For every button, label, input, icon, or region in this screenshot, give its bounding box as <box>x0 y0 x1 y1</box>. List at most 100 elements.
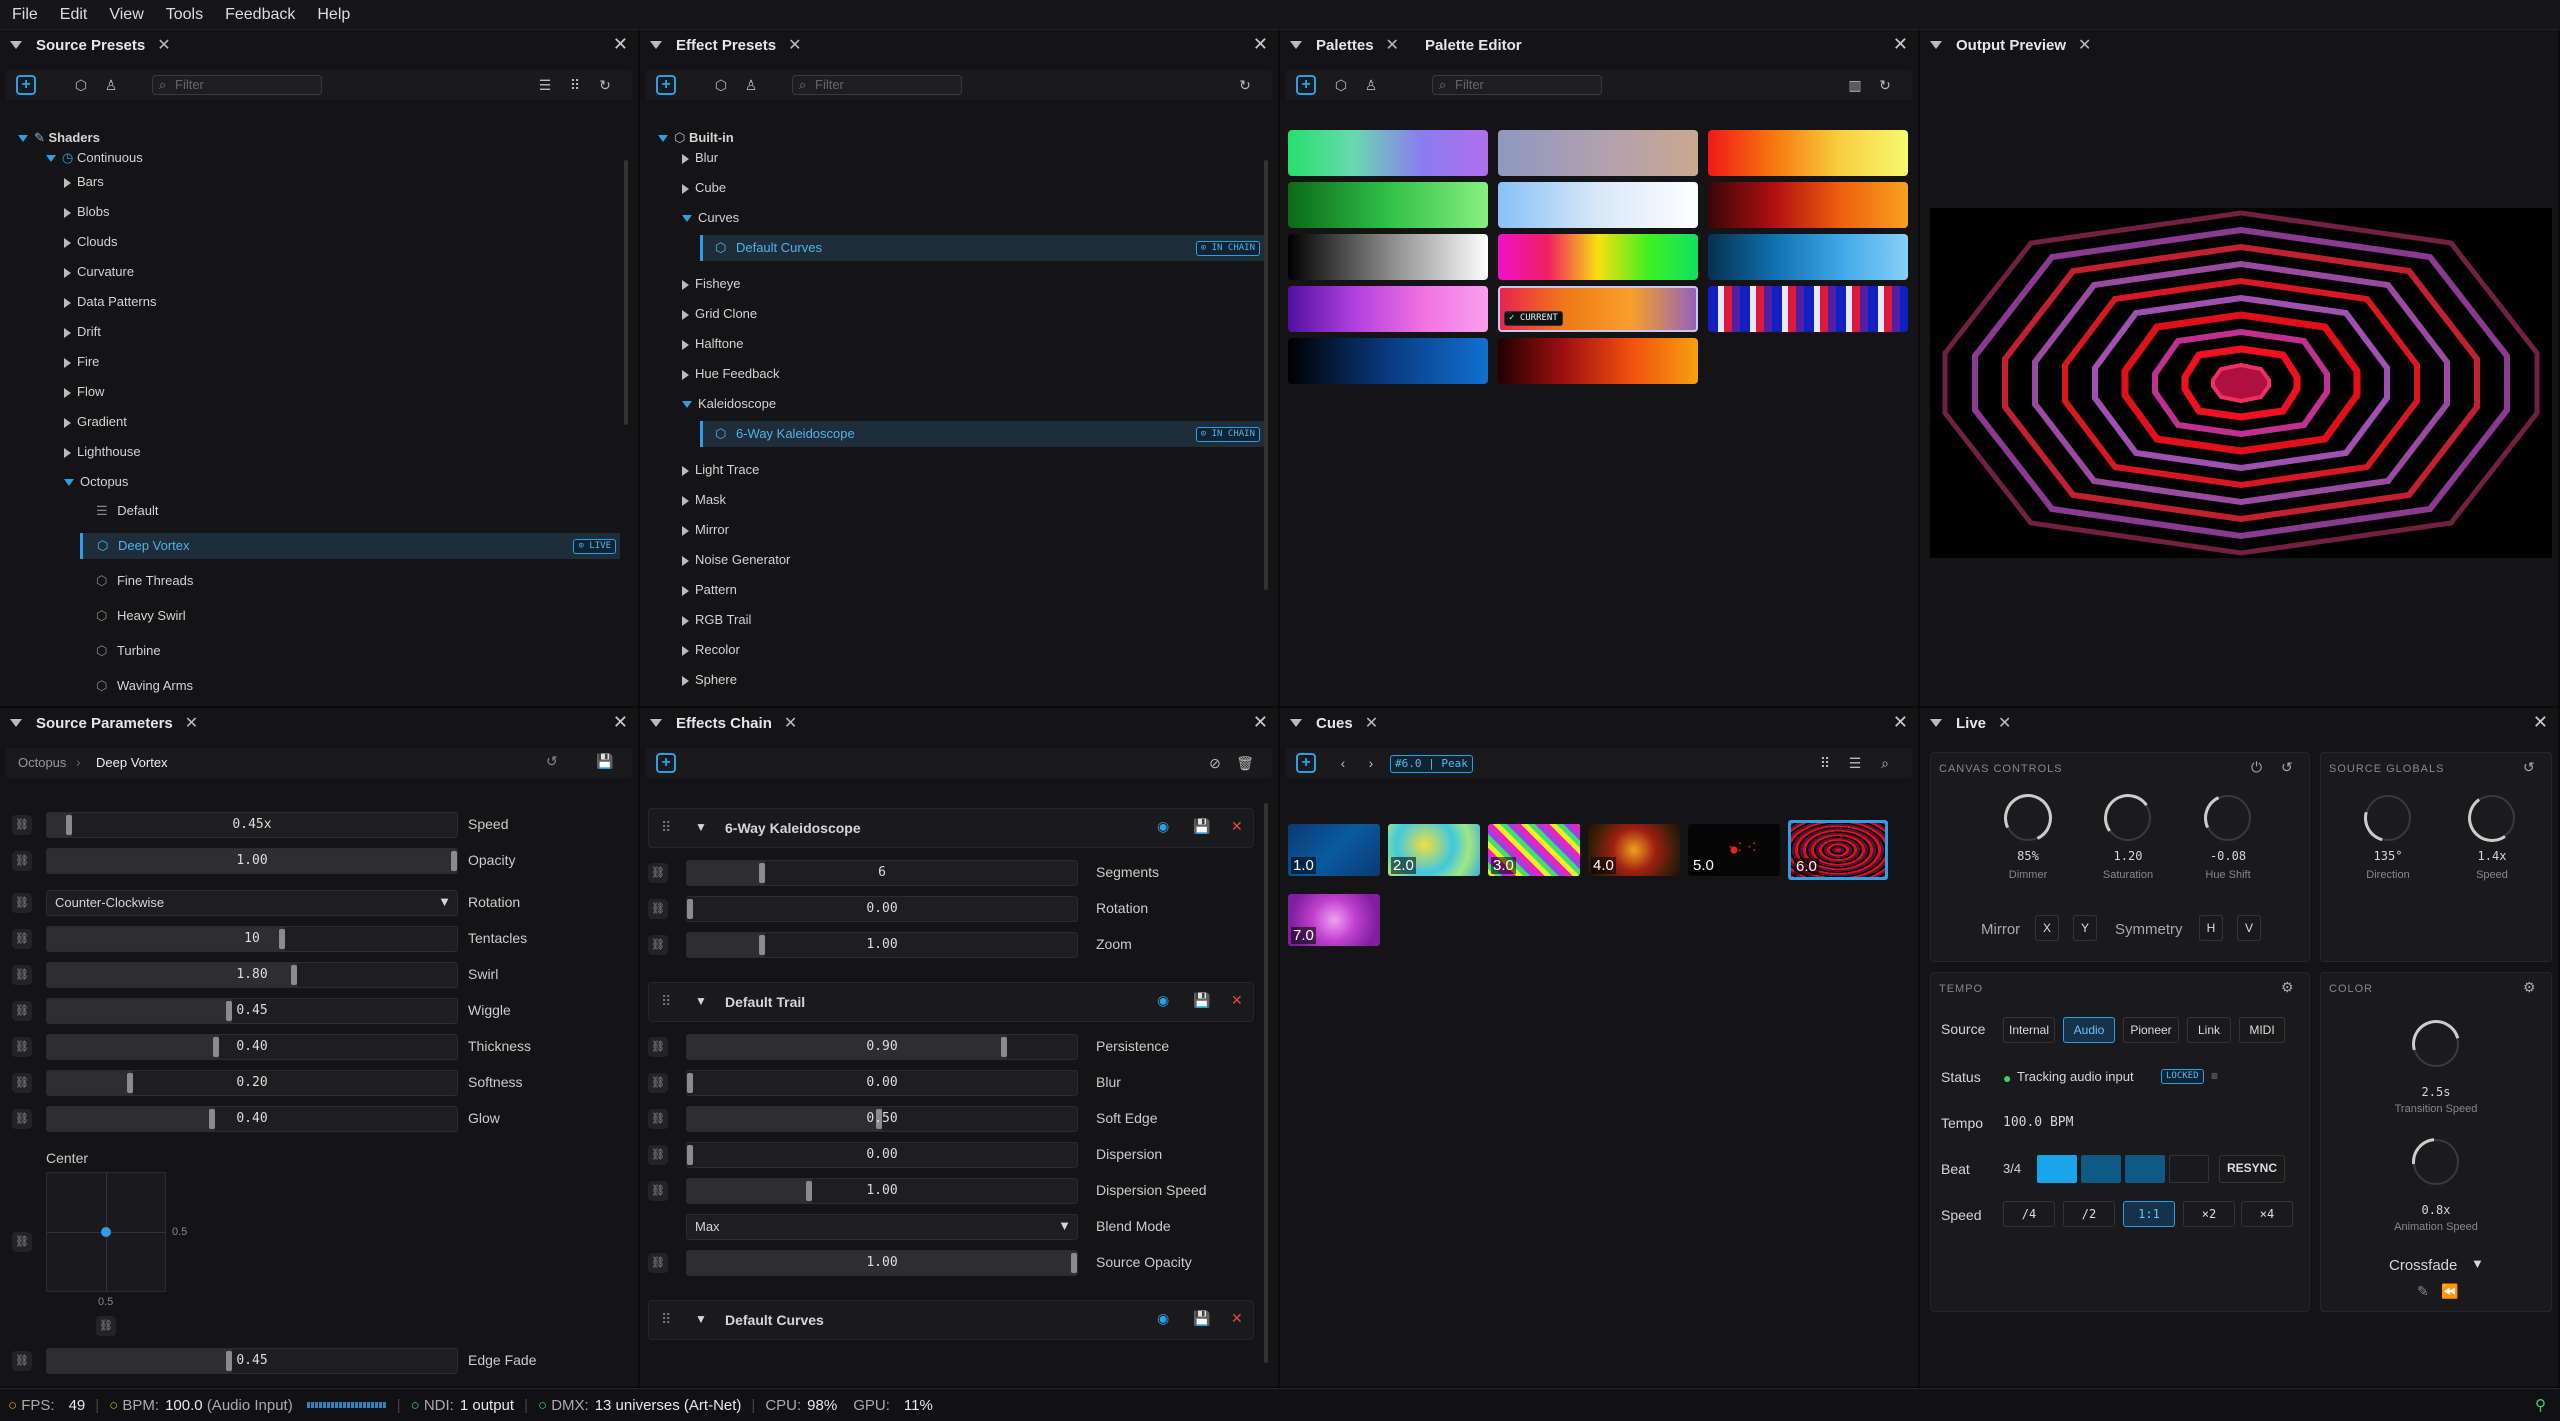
crossfade-select[interactable]: Crossfade <box>2389 1257 2457 1274</box>
collapse-icon[interactable] <box>10 719 22 727</box>
tree-item[interactable]: Drift <box>64 319 101 345</box>
save-icon[interactable]: 💾 <box>1193 992 1210 1009</box>
tree-child[interactable]: ☰ Default <box>96 498 158 524</box>
tree-child[interactable]: ⬡ Fine Threads <box>96 568 193 594</box>
hue-shift-knob[interactable] <box>2197 787 2259 849</box>
center-pad[interactable] <box>46 1172 166 1292</box>
tree-item[interactable]: Hue Feedback <box>682 361 780 387</box>
cue-thumb[interactable]: 2.0 <box>1388 824 1480 876</box>
prev-icon[interactable]: ‹ <box>1334 754 1352 772</box>
palette-swatch[interactable] <box>1498 130 1698 176</box>
add-icon[interactable]: + <box>16 75 36 95</box>
remove-icon[interactable]: ✕ <box>1231 992 1243 1009</box>
collapse-icon[interactable] <box>650 41 662 49</box>
tree-item-octopus[interactable]: Octopus <box>64 469 128 495</box>
source-audio-button[interactable]: Audio <box>2063 1017 2115 1043</box>
link-icon[interactable]: ⛓ <box>12 1073 32 1093</box>
cue-thumb-active[interactable]: 6.0 <box>1788 820 1888 880</box>
param-slider[interactable]: 1.00 <box>686 1178 1078 1204</box>
trash-icon[interactable]: 🗑 <box>1236 754 1254 772</box>
palette-swatch-current[interactable]: ✓ CURRENT <box>1498 286 1698 332</box>
menu-feedback[interactable]: Feedback <box>225 6 295 24</box>
cube-icon[interactable]: ⬡ <box>712 76 730 94</box>
close-tab-icon[interactable]: ✕ <box>1386 35 1399 55</box>
next-icon[interactable]: › <box>1362 754 1380 772</box>
saturation-knob[interactable] <box>2100 790 2156 846</box>
link-icon[interactable]: ⛓ <box>12 1351 32 1371</box>
mirror-x-button[interactable]: X <box>2035 915 2059 941</box>
link-icon[interactable]: ⛓ <box>648 1145 668 1165</box>
source-internal-button[interactable]: Internal <box>2003 1017 2055 1043</box>
close-panel-icon[interactable]: ✕ <box>1253 712 1268 733</box>
param-slider[interactable]: 0.40 <box>46 1106 458 1132</box>
filter-input[interactable]: Filter <box>1432 75 1602 95</box>
add-icon[interactable]: + <box>656 75 676 95</box>
breadcrumb-parent[interactable]: Octopus <box>18 755 66 770</box>
filter-input[interactable]: Filter <box>792 75 962 95</box>
palette-swatch[interactable] <box>1288 286 1488 332</box>
tree-child[interactable]: ⬡ Heavy Swirl <box>96 603 186 629</box>
drag-handle-icon[interactable]: ⠿ <box>661 1311 671 1328</box>
tree-item[interactable]: Sphere <box>682 667 737 693</box>
connection-icon[interactable]: ⚲ <box>2535 1396 2546 1414</box>
tab-palette-editor[interactable]: Palette Editor <box>1425 37 1522 54</box>
add-icon[interactable]: + <box>1296 75 1316 95</box>
search-icon[interactable]: ⌕ <box>1876 754 1894 772</box>
gear-icon[interactable]: ⚙ <box>2281 979 2294 996</box>
list-view-icon[interactable]: ☰ <box>1846 754 1864 772</box>
chevron-down-icon[interactable]: ▼ <box>2471 1256 2484 1271</box>
close-panel-icon[interactable]: ✕ <box>613 34 628 55</box>
param-slider[interactable]: 0.00 <box>686 896 1078 922</box>
param-slider[interactable]: 1.80 <box>46 962 458 988</box>
menu-file[interactable]: File <box>12 6 38 24</box>
close-tab-icon[interactable]: ✕ <box>788 35 801 55</box>
collapse-icon[interactable] <box>650 719 662 727</box>
filter-input[interactable]: Filter <box>152 75 322 95</box>
tree-child[interactable]: ⬡ Turbine <box>96 638 161 664</box>
tree-continuous[interactable]: ◷ Continuous <box>46 145 143 171</box>
param-slider[interactable]: 0.45x <box>46 812 458 838</box>
collapse-icon[interactable] <box>1930 41 1942 49</box>
link-icon[interactable]: ⛓ <box>648 935 668 955</box>
collapse-icon[interactable] <box>1930 719 1942 727</box>
tree-item[interactable]: Bars <box>64 169 104 195</box>
close-tab-icon[interactable]: ✕ <box>2078 35 2091 55</box>
add-effect-icon[interactable]: + <box>656 753 676 773</box>
effect-header[interactable]: ⠿ ▼ 6-Way Kaleidoscope ◉ 💾 ✕ <box>648 808 1254 848</box>
palette-swatch[interactable] <box>1498 234 1698 280</box>
tree-item[interactable]: Lighthouse <box>64 439 141 465</box>
user-icon[interactable]: ♙ <box>102 76 120 94</box>
mirror-y-button[interactable]: Y <box>2073 915 2097 941</box>
param-slider[interactable]: 0.45 <box>46 1348 458 1374</box>
close-panel-icon[interactable]: ✕ <box>1893 712 1908 733</box>
link-icon[interactable]: ⛓ <box>648 863 668 883</box>
close-tab-icon[interactable]: ✕ <box>784 713 797 733</box>
menu-icon[interactable]: ≡ <box>2211 1069 2218 1083</box>
scrollbar[interactable] <box>624 160 628 425</box>
remove-icon[interactable]: ✕ <box>1231 1310 1243 1327</box>
tree-item[interactable]: Flow <box>64 379 104 405</box>
param-slider[interactable]: 1.00 <box>686 932 1078 958</box>
link-icon[interactable]: ⛓ <box>12 965 32 985</box>
param-slider[interactable]: 1.00 <box>686 1250 1078 1276</box>
list-view-icon[interactable]: ☰ <box>536 76 554 94</box>
param-slider[interactable]: 0.00 <box>686 1070 1078 1096</box>
menu-tools[interactable]: Tools <box>166 6 203 24</box>
close-tab-icon[interactable]: ✕ <box>1998 713 2011 733</box>
tab-palettes[interactable]: Palettes <box>1316 37 1374 54</box>
add-cue-icon[interactable]: + <box>1296 753 1316 773</box>
tree-item[interactable]: Recolor <box>682 637 740 663</box>
center-handle[interactable] <box>101 1227 111 1237</box>
collapse-icon[interactable]: ▼ <box>695 820 707 834</box>
tree-item[interactable]: Cube <box>682 175 726 201</box>
reset-icon[interactable]: ↺ <box>546 753 558 770</box>
eye-icon[interactable]: ◉ <box>1157 1310 1169 1327</box>
symmetry-h-button[interactable]: H <box>2199 915 2223 941</box>
refresh-icon[interactable]: ↻ <box>1236 76 1254 94</box>
save-icon[interactable]: 💾 <box>1193 818 1210 835</box>
tree-item[interactable]: Gradient <box>64 409 127 435</box>
tree-item[interactable]: Fire <box>64 349 99 375</box>
collapse-icon[interactable]: ▼ <box>695 994 707 1008</box>
columns-icon[interactable]: ▥ <box>1846 76 1864 94</box>
grid-view-icon[interactable]: ⠿ <box>1816 754 1834 772</box>
